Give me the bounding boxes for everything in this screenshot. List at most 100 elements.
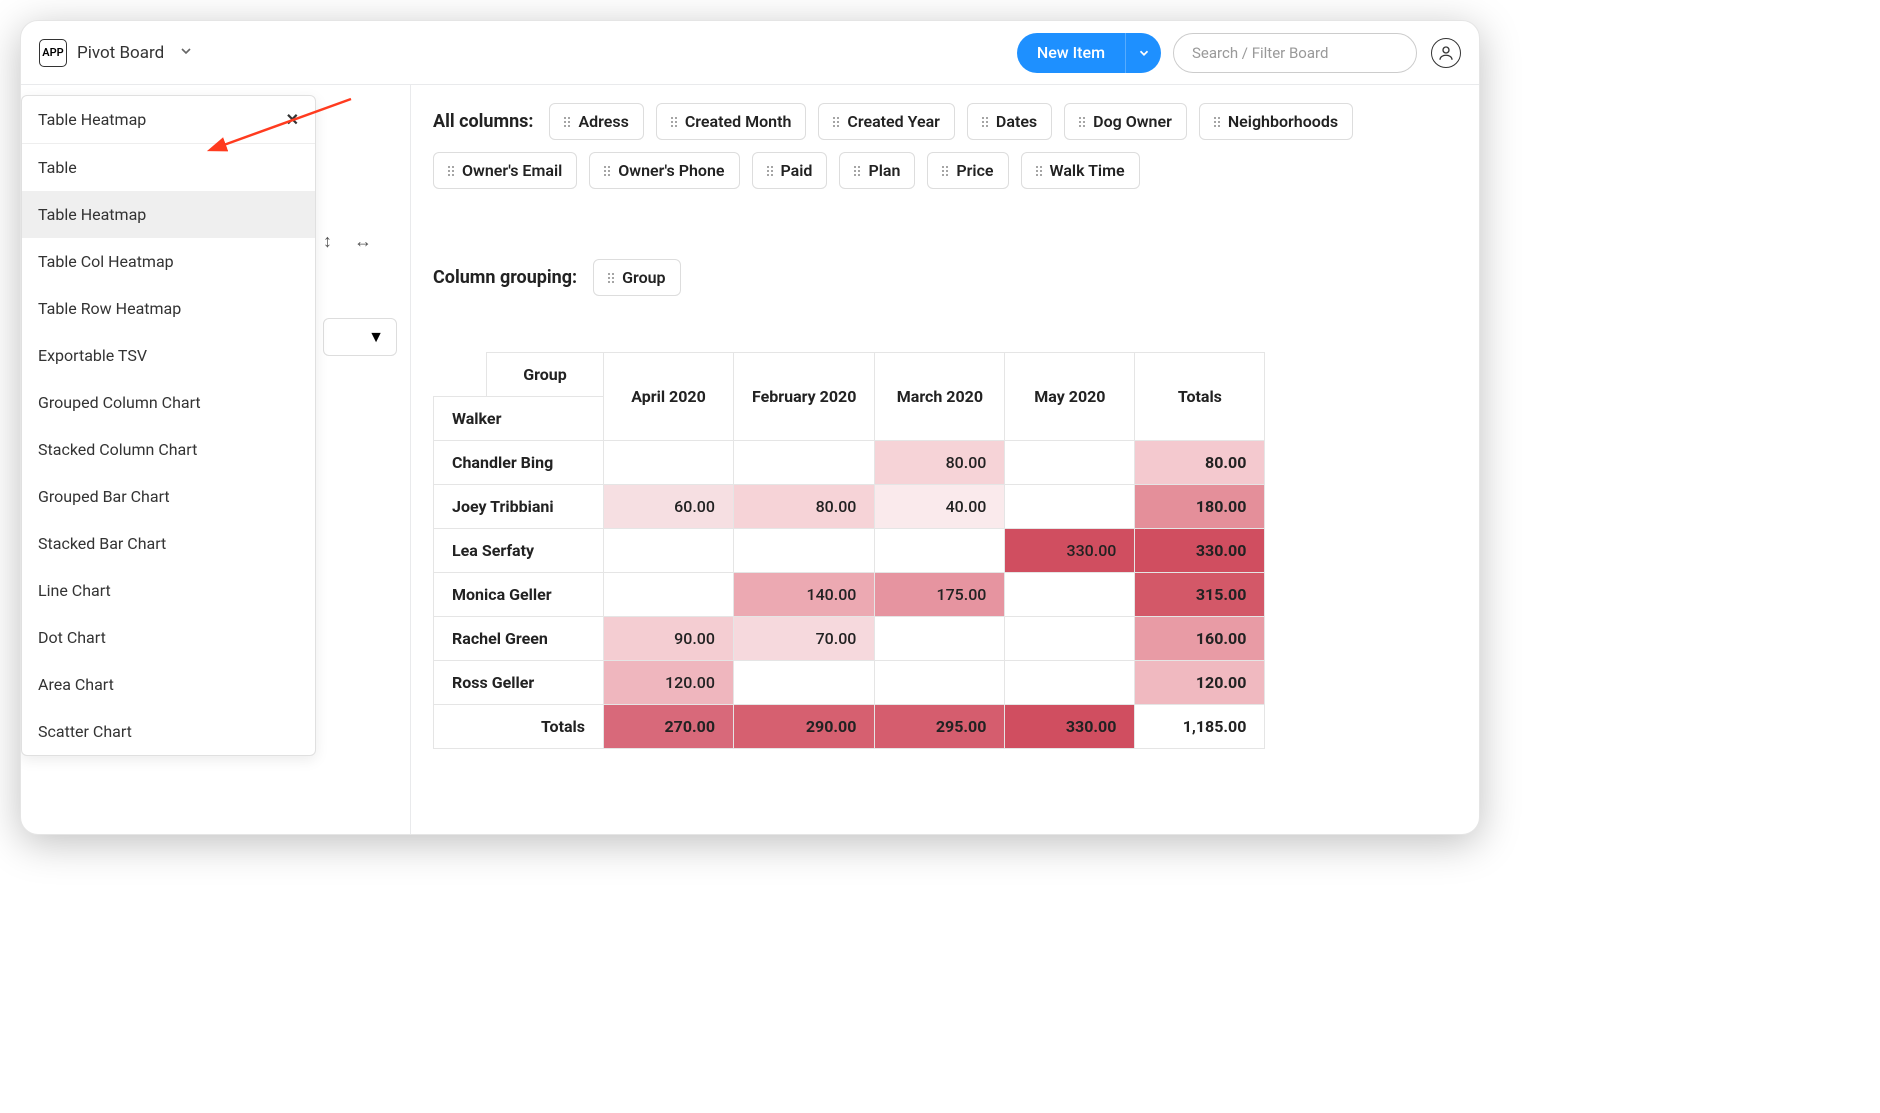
column-grouping-row: Column grouping: Group [433, 259, 1457, 296]
cell: 175.00 [875, 573, 1005, 617]
dropdown-item[interactable]: Table Row Heatmap [22, 285, 315, 332]
totals-cell: 295.00 [875, 705, 1005, 749]
cell: 330.00 [1005, 529, 1135, 573]
cell [875, 661, 1005, 705]
search-input[interactable] [1173, 33, 1417, 73]
dropdown-item[interactable]: Stacked Column Chart [22, 426, 315, 473]
dropdown-item[interactable]: Area Chart [22, 661, 315, 708]
totals-cell: 270.00 [604, 705, 734, 749]
viz-type-dropdown: Table Heatmap ✕ TableTable HeatmapTable … [21, 95, 316, 756]
row-header: Ross Geller [434, 661, 604, 705]
cell [604, 573, 734, 617]
table-row: Ross Geller120.00120.00 [434, 661, 1265, 705]
drag-handle-icon [608, 273, 614, 283]
drag-handle-icon [564, 117, 570, 127]
drag-handle-icon [448, 166, 454, 176]
dropdown-item[interactable]: Table [22, 144, 315, 191]
cell: 315.00 [1135, 573, 1265, 617]
drag-handle-icon [1214, 117, 1220, 127]
cell: 330.00 [1135, 529, 1265, 573]
column-chip[interactable]: Created Month [656, 103, 807, 140]
dropdown-item[interactable]: Scatter Chart [22, 708, 315, 755]
new-item-button[interactable]: New Item [1017, 33, 1125, 73]
cell: 120.00 [604, 661, 734, 705]
col-header: Totals [1135, 353, 1265, 441]
corner-walker: Walker [434, 397, 604, 441]
dropdown-item[interactable]: Grouped Bar Chart [22, 473, 315, 520]
chevron-down-icon[interactable] [178, 43, 194, 63]
swap-vertical-icon[interactable]: ↕ [323, 231, 332, 252]
col-header: May 2020 [1005, 353, 1135, 441]
cell: 40.00 [875, 485, 1005, 529]
dropdown-item[interactable]: Exportable TSV [22, 332, 315, 379]
drag-handle-icon [854, 166, 860, 176]
column-chip[interactable]: Walk Time [1021, 152, 1140, 189]
drag-handle-icon [1036, 166, 1042, 176]
dropdown-item[interactable]: Table Heatmap [22, 191, 315, 238]
new-item-dropdown-button[interactable] [1125, 33, 1161, 73]
corner-group: Group [487, 353, 604, 397]
column-chip[interactable]: Neighborhoods [1199, 103, 1353, 140]
dropdown-list: TableTable HeatmapTable Col HeatmapTable… [22, 144, 315, 755]
drag-handle-icon [604, 166, 610, 176]
table-row: Monica Geller 140.00175.00 315.00 [434, 573, 1265, 617]
drag-handle-icon [833, 117, 839, 127]
column-chip[interactable]: Owner's Email [433, 152, 577, 189]
column-chip[interactable]: Dog Owner [1064, 103, 1187, 140]
column-chip[interactable]: Paid [752, 152, 828, 189]
cell [734, 661, 875, 705]
content: Table Heatmap ✕ TableTable HeatmapTable … [21, 85, 1479, 834]
table-row: Joey Tribbiani60.0080.0040.00180.00 [434, 485, 1265, 529]
totals-row: Totals270.00290.00295.00330.001,185.00 [434, 705, 1265, 749]
close-icon[interactable]: ✕ [286, 110, 299, 129]
board-icon: APP [39, 39, 67, 67]
totals-cell: 330.00 [1005, 705, 1135, 749]
cell [604, 441, 734, 485]
cell: 180.00 [1135, 485, 1265, 529]
dropdown-item[interactable]: Grouped Column Chart [22, 379, 315, 426]
board-title[interactable]: Pivot Board [77, 43, 164, 63]
user-avatar-icon[interactable] [1431, 38, 1461, 68]
totals-label: Totals [434, 705, 604, 749]
cell [1005, 485, 1135, 529]
swap-horizontal-icon[interactable]: ↔ [354, 231, 372, 252]
cell [734, 529, 875, 573]
sidebar-controls: ↕ ↔ ▼ [323, 231, 397, 356]
drag-handle-icon [671, 117, 677, 127]
dropdown-item[interactable]: Dot Chart [22, 614, 315, 661]
cell [1005, 441, 1135, 485]
sidebar: Table Heatmap ✕ TableTable HeatmapTable … [21, 85, 411, 834]
app-window: APP Pivot Board New Item Table Heatmap ✕… [20, 20, 1480, 835]
table-row: Lea Serfaty 330.00330.00 [434, 529, 1265, 573]
pivot-table: GroupApril 2020February 2020March 2020Ma… [433, 352, 1457, 749]
cell: 60.00 [604, 485, 734, 529]
dropdown-item[interactable]: Line Chart [22, 567, 315, 614]
topbar: APP Pivot Board New Item [21, 21, 1479, 85]
totals-cell: 1,185.00 [1135, 705, 1265, 749]
cell: 80.00 [734, 485, 875, 529]
column-chip[interactable]: Price [927, 152, 1008, 189]
cell [734, 441, 875, 485]
cell: 90.00 [604, 617, 734, 661]
column-chip[interactable]: Plan [839, 152, 915, 189]
row-header: Monica Geller [434, 573, 604, 617]
column-chip[interactable]: Adress [549, 103, 643, 140]
column-grouping-label: Column grouping: [433, 267, 577, 288]
cell: 80.00 [1135, 441, 1265, 485]
dropdown-item[interactable]: Stacked Bar Chart [22, 520, 315, 567]
dropdown-item[interactable]: Table Col Heatmap [22, 238, 315, 285]
cell [1005, 573, 1135, 617]
column-chip[interactable]: Dates [967, 103, 1052, 140]
column-chip[interactable]: Owner's Phone [589, 152, 739, 189]
totals-cell: 290.00 [734, 705, 875, 749]
column-chip[interactable]: Created Year [818, 103, 955, 140]
grouping-chip[interactable]: Group [593, 259, 680, 296]
row-header: Chandler Bing [434, 441, 604, 485]
sidebar-select[interactable]: ▼ [323, 318, 397, 356]
cell: 140.00 [734, 573, 875, 617]
cell: 120.00 [1135, 661, 1265, 705]
cell [875, 529, 1005, 573]
table-row: Rachel Green90.0070.00160.00 [434, 617, 1265, 661]
cell [1005, 661, 1135, 705]
row-header: Lea Serfaty [434, 529, 604, 573]
